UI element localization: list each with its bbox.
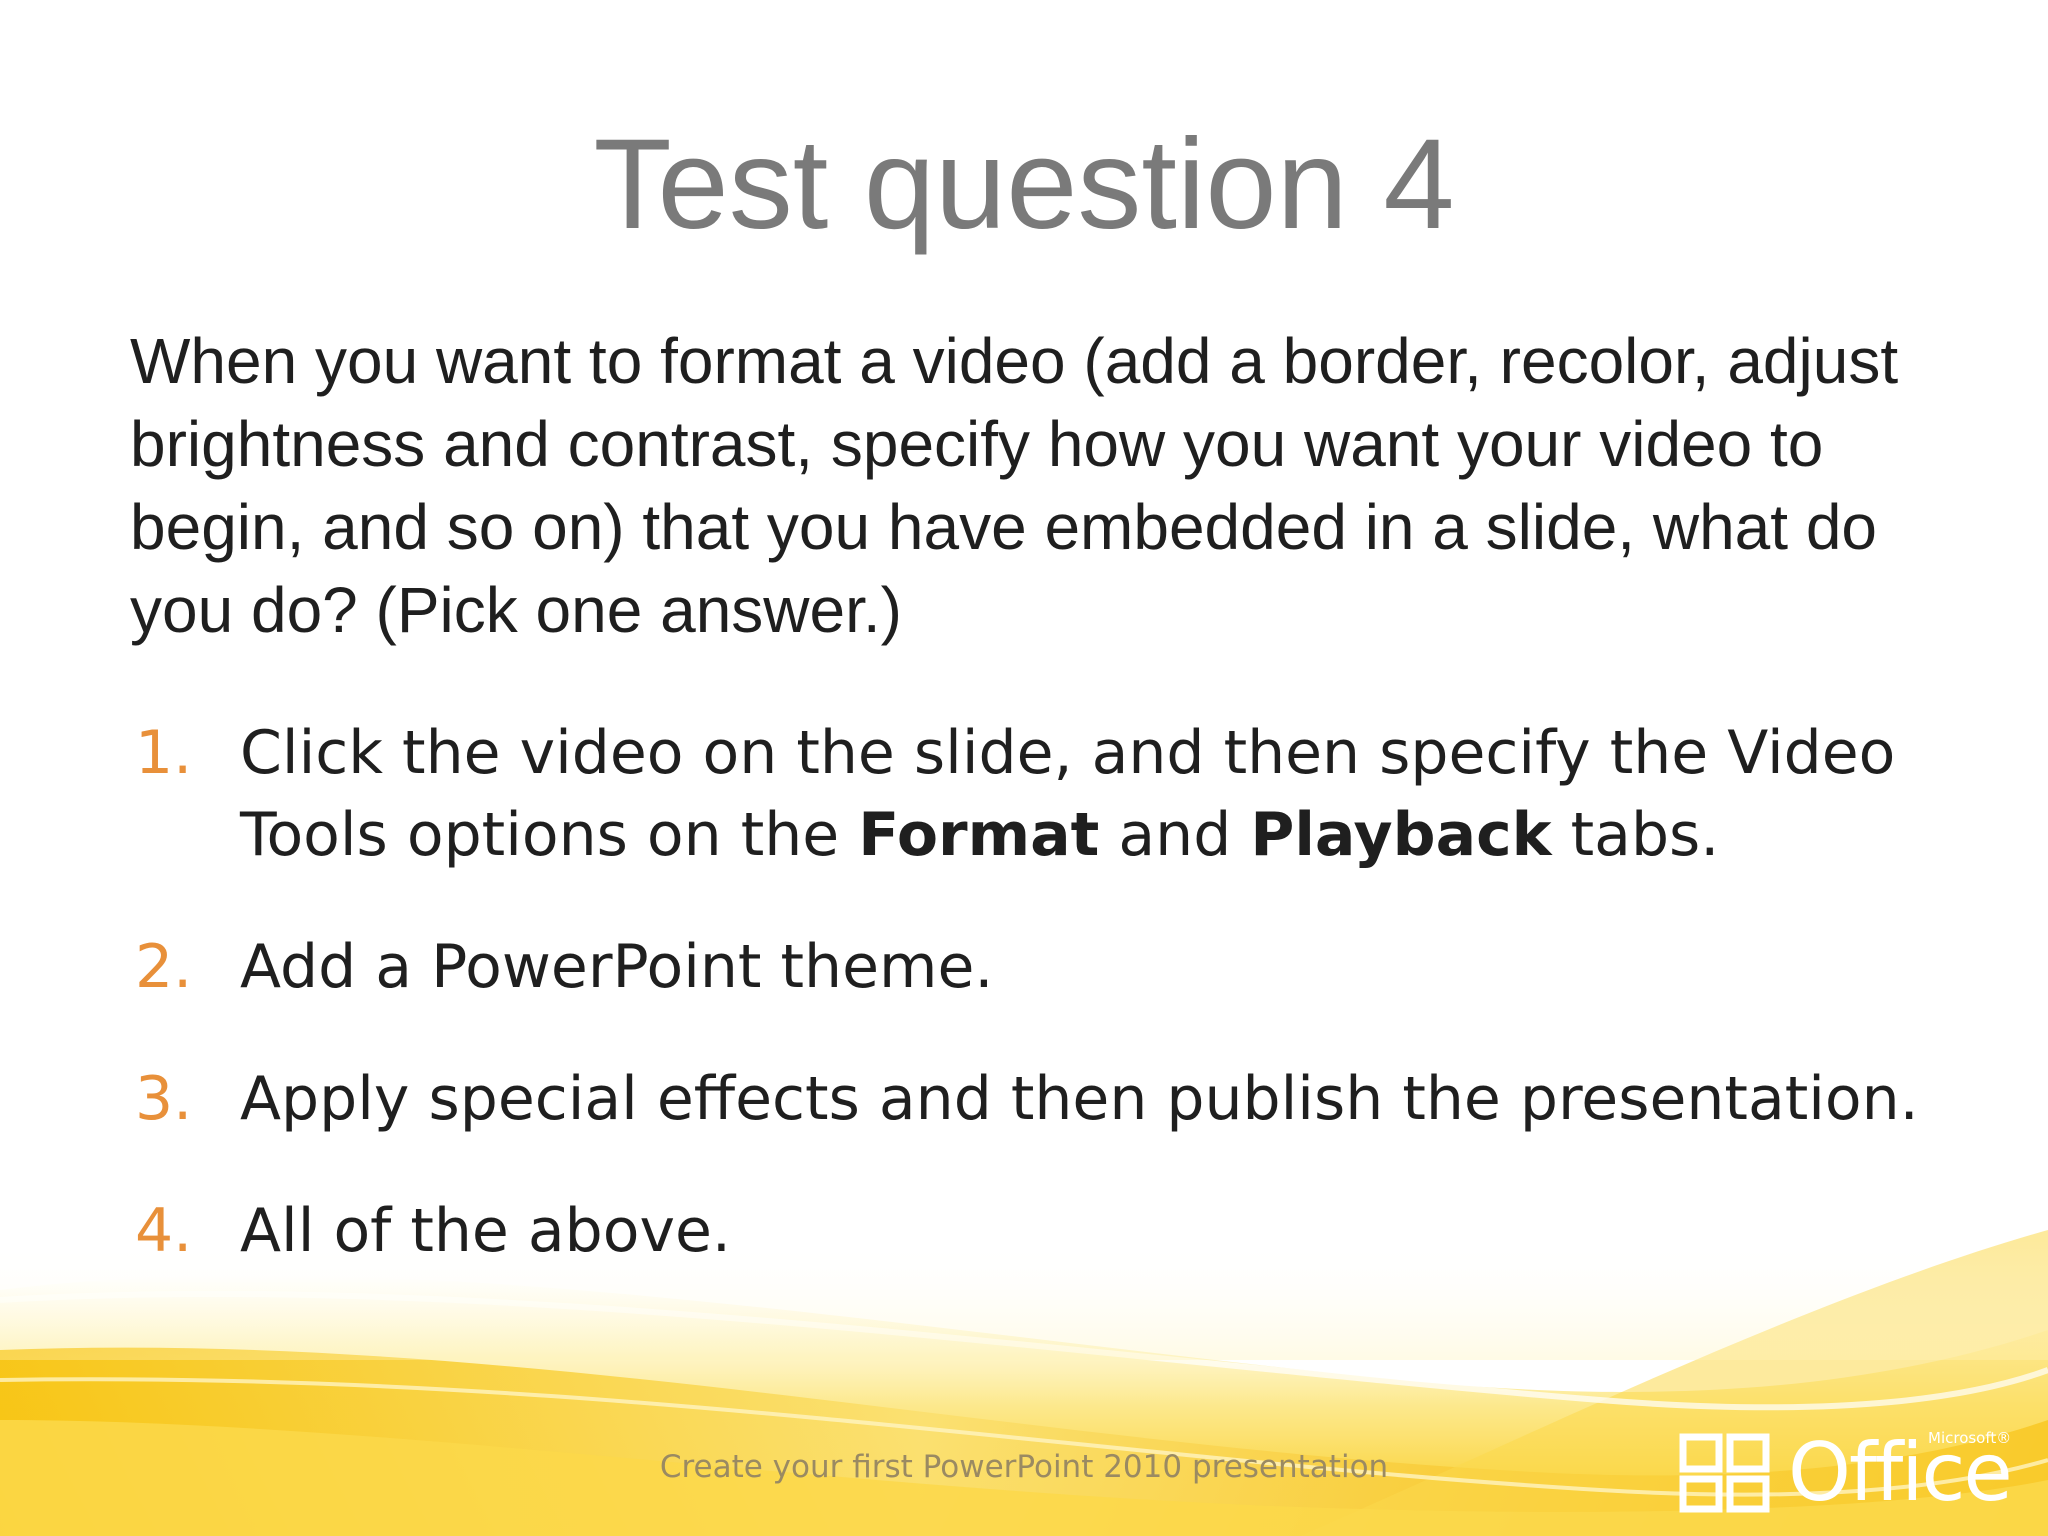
question-text: When you want to format a video (add a b… [130, 325, 1899, 646]
answer-option-3[interactable]: 3. Apply special effects and then publish… [130, 1058, 1980, 1140]
answer-bold-term: Playback [1250, 800, 1552, 870]
answer-text: tabs. [1551, 800, 1720, 870]
slide: Test question 4 When you want to format … [0, 0, 2048, 1536]
answer-text: and [1099, 800, 1251, 870]
answer-number: 4. [135, 1196, 193, 1266]
answer-option-2[interactable]: 2. Add a PowerPoint theme. [130, 926, 1980, 1008]
answer-text: Apply special effects and then publish t… [240, 1064, 1919, 1134]
answer-number: 1. [135, 718, 193, 788]
office-logo-superscript: Microsoft® [1928, 1429, 2012, 1447]
slide-title: Test question 4 [593, 113, 1455, 256]
answer-number: 3. [135, 1064, 193, 1134]
answer-list: 1. Click the video on the slide, and then… [130, 712, 1980, 1322]
office-logo-icon [1679, 1433, 1770, 1513]
answer-option-1[interactable]: 1. Click the video on the slide, and then… [130, 712, 1980, 876]
answer-text: Add a PowerPoint theme. [240, 932, 994, 1002]
office-logo: Office Microsoft® [1678, 1425, 2018, 1520]
answer-bold-term: Format [858, 800, 1100, 870]
answer-text: All of the above. [240, 1196, 731, 1266]
answer-option-4[interactable]: 4. All of the above. [130, 1190, 1980, 1272]
answer-number: 2. [135, 932, 193, 1002]
